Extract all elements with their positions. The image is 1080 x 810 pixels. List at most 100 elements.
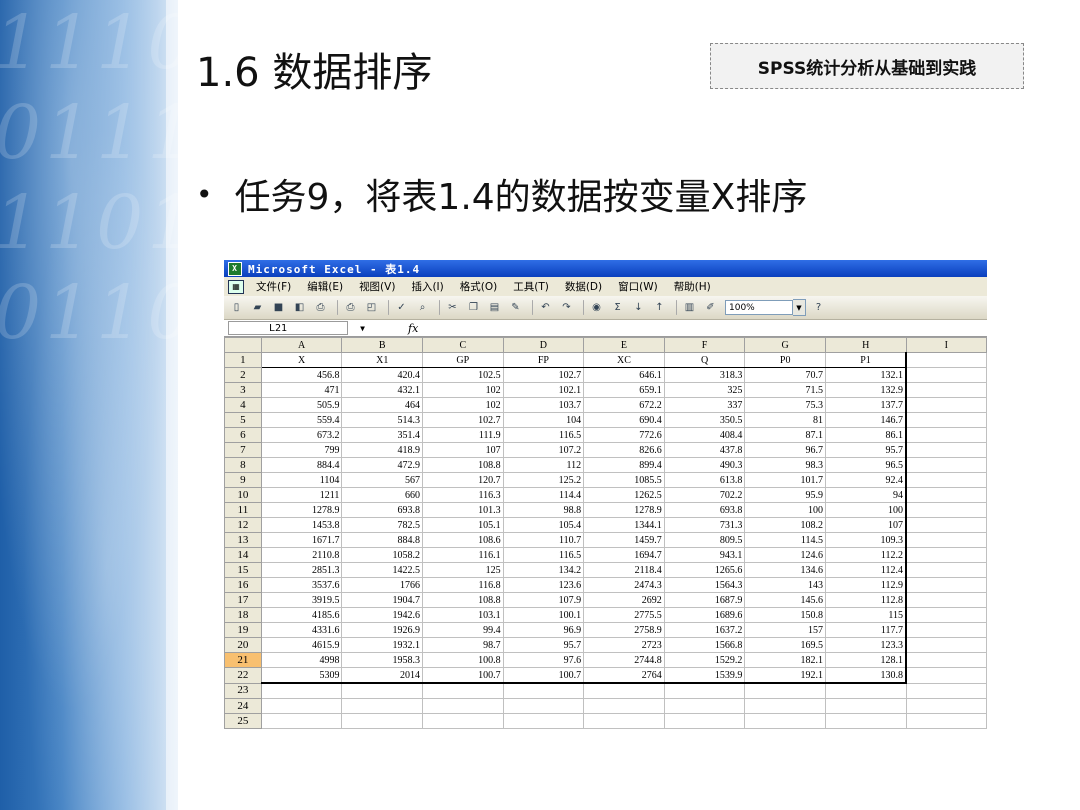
data-cell[interactable]: 350.5 xyxy=(663,412,746,428)
undo-icon[interactable]: ↶ xyxy=(537,300,554,315)
data-cell[interactable]: 3919.5 xyxy=(260,592,343,608)
name-box[interactable]: L21 ▼ xyxy=(228,321,365,335)
data-cell[interactable]: 472.9 xyxy=(341,457,424,473)
cell[interactable] xyxy=(744,682,826,699)
data-cell[interactable]: 782.5 xyxy=(341,517,424,533)
cell[interactable] xyxy=(905,532,987,548)
menu-item[interactable]: 格式(O) xyxy=(460,279,497,294)
data-cell[interactable]: 2775.5 xyxy=(583,607,665,623)
data-cell[interactable]: 2851.3 xyxy=(260,562,343,578)
paste-icon[interactable]: ▤ xyxy=(486,300,503,315)
data-cell[interactable]: 103.7 xyxy=(502,397,585,413)
cell[interactable] xyxy=(260,682,343,699)
cell[interactable] xyxy=(905,457,987,473)
cell[interactable] xyxy=(905,547,987,563)
column-header[interactable]: D xyxy=(502,337,585,353)
data-cell[interactable]: 114.4 xyxy=(502,487,585,503)
row-header[interactable]: 22 xyxy=(224,667,262,684)
variable-header-cell[interactable]: Q xyxy=(663,352,746,368)
data-cell[interactable]: 98.7 xyxy=(422,637,504,653)
data-cell[interactable]: 1085.5 xyxy=(583,472,665,488)
data-cell[interactable]: 673.2 xyxy=(260,427,343,443)
data-cell[interactable]: 130.8 xyxy=(824,667,908,684)
data-cell[interactable]: 100.7 xyxy=(422,667,504,684)
column-header[interactable]: I xyxy=(905,337,987,353)
data-cell[interactable]: 4998 xyxy=(260,652,343,668)
data-cell[interactable]: 1539.9 xyxy=(663,667,746,684)
row-header[interactable]: 20 xyxy=(224,637,262,653)
data-cell[interactable]: 96.7 xyxy=(744,442,826,458)
function-icon[interactable]: fx xyxy=(408,322,418,335)
data-cell[interactable]: 95.7 xyxy=(824,442,908,458)
variable-header-cell[interactable]: XC xyxy=(583,352,665,368)
spelling-icon[interactable]: ✓ xyxy=(393,300,410,315)
data-cell[interactable]: 104 xyxy=(502,412,585,428)
data-cell[interactable]: 1278.9 xyxy=(260,502,343,518)
cell[interactable] xyxy=(583,713,665,729)
data-cell[interactable]: 112.9 xyxy=(824,577,908,593)
data-cell[interactable]: 124.6 xyxy=(744,547,826,563)
menu-item[interactable]: 工具(T) xyxy=(513,279,549,294)
data-cell[interactable]: 101.7 xyxy=(744,472,826,488)
row-header[interactable]: 17 xyxy=(224,592,262,608)
cell[interactable] xyxy=(260,698,343,714)
data-cell[interactable]: 2744.8 xyxy=(583,652,665,668)
data-cell[interactable]: 505.9 xyxy=(260,397,343,413)
data-cell[interactable]: 4185.6 xyxy=(260,607,343,623)
cell[interactable] xyxy=(583,682,665,699)
data-cell[interactable]: 108.6 xyxy=(422,532,504,548)
cell[interactable] xyxy=(824,682,907,699)
data-cell[interactable]: 95.7 xyxy=(502,637,585,653)
row-header[interactable]: 21 xyxy=(224,652,262,668)
data-cell[interactable]: 94 xyxy=(824,487,908,503)
row-header[interactable]: 4 xyxy=(224,397,262,413)
row-header[interactable]: 10 xyxy=(224,487,262,503)
data-cell[interactable]: 132.9 xyxy=(824,382,908,398)
data-cell[interactable]: 1564.3 xyxy=(663,577,746,593)
menu-item[interactable]: 插入(I) xyxy=(411,279,443,294)
column-header[interactable]: C xyxy=(422,337,504,353)
row-header[interactable]: 18 xyxy=(224,607,262,623)
data-cell[interactable]: 143 xyxy=(744,577,826,593)
print-icon[interactable]: ⎙ xyxy=(312,300,329,315)
data-cell[interactable]: 1932.1 xyxy=(341,637,424,653)
data-cell[interactable]: 420.4 xyxy=(341,367,424,383)
data-cell[interactable]: 95.9 xyxy=(744,487,826,503)
variable-header-cell[interactable]: X1 xyxy=(341,352,424,368)
cell[interactable] xyxy=(905,667,987,684)
data-cell[interactable]: 337 xyxy=(663,397,746,413)
data-cell[interactable]: 4615.9 xyxy=(260,637,343,653)
cell[interactable] xyxy=(905,652,987,668)
data-cell[interactable]: 702.2 xyxy=(663,487,746,503)
data-cell[interactable]: 4331.6 xyxy=(260,622,343,638)
cell[interactable] xyxy=(663,682,746,699)
data-cell[interactable]: 102.7 xyxy=(422,412,504,428)
column-header[interactable]: A xyxy=(260,337,343,353)
cell[interactable] xyxy=(905,352,987,368)
data-cell[interactable]: 86.1 xyxy=(824,427,908,443)
row-header[interactable]: 9 xyxy=(224,472,262,488)
data-cell[interactable]: 5309 xyxy=(260,667,343,684)
data-cell[interactable]: 100.7 xyxy=(502,667,585,684)
data-cell[interactable]: 1671.7 xyxy=(260,532,343,548)
cell[interactable] xyxy=(905,713,987,729)
data-cell[interactable]: 471 xyxy=(260,382,343,398)
chart-wizard-icon[interactable]: ▥ xyxy=(681,300,698,315)
data-cell[interactable]: 567 xyxy=(341,472,424,488)
sort-descending-icon[interactable]: ↑ xyxy=(651,300,668,315)
data-cell[interactable]: 96.9 xyxy=(502,622,585,638)
cell[interactable] xyxy=(905,382,987,398)
data-cell[interactable]: 81 xyxy=(744,412,826,428)
hyperlink-icon[interactable]: ◉ xyxy=(588,300,605,315)
zoom-box[interactable]: 100% xyxy=(725,300,793,315)
data-cell[interactable]: 559.4 xyxy=(260,412,343,428)
cell[interactable] xyxy=(905,427,987,443)
column-header[interactable]: B xyxy=(341,337,424,353)
new-file-icon[interactable]: ▯ xyxy=(228,300,245,315)
cell[interactable] xyxy=(905,622,987,638)
data-cell[interactable]: 132.1 xyxy=(824,367,908,383)
row-header[interactable]: 25 xyxy=(224,713,262,729)
data-cell[interactable]: 102 xyxy=(422,397,504,413)
data-cell[interactable]: 464 xyxy=(341,397,424,413)
data-cell[interactable]: 884.4 xyxy=(260,457,343,473)
